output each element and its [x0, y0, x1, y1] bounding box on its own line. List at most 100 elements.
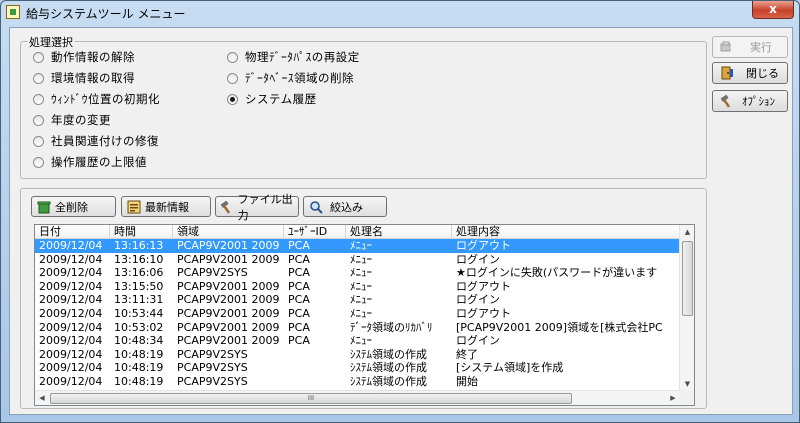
cell-process-detail: ログイン — [456, 252, 500, 266]
cell-process-name: ｼｽﾃﾑ領域の作成 — [350, 347, 427, 361]
close-label: 閉じる — [746, 67, 779, 80]
scroll-up-icon[interactable]: ▲ — [680, 225, 694, 239]
cell-process-detail: ログアウト — [456, 239, 511, 252]
table-row[interactable]: 2009/12/04 10:48:34 PCAP9V2001 2009 PCA ﾒﾆｭｰ… — [35, 334, 680, 348]
radio-label: 環境情報の取得 — [51, 71, 135, 85]
filter-button[interactable]: 絞込み — [303, 196, 387, 217]
vertical-scrollbar[interactable]: ▲ ▼ — [679, 225, 694, 391]
column-header-process-detail[interactable]: 処理内容 — [452, 225, 680, 239]
magnifier-icon — [308, 200, 324, 214]
close-window-button[interactable]: x — [752, 1, 794, 19]
trash-icon — [36, 200, 52, 214]
delete-all-button[interactable]: 全削除 — [31, 196, 116, 217]
cell-date: 2009/12/04 — [39, 320, 103, 334]
cell-process-detail: 終了 — [456, 347, 478, 361]
option-button[interactable]: ｵﾌﾟｼｮﾝ — [712, 90, 788, 112]
cell-user-id: PCA — [288, 306, 310, 320]
radio-unlock-operation[interactable]: 動作情報の解除 — [33, 49, 135, 65]
cell-time: 13:16:13 — [114, 239, 164, 252]
cell-date: 2009/12/04 — [39, 361, 103, 375]
delete-all-label: 全削除 — [55, 200, 88, 214]
hammer-icon — [719, 94, 735, 108]
cell-process-detail: ログアウト — [456, 306, 511, 320]
table-row[interactable]: 2009/12/04 10:48:19 PCAP9V2SYS ｼｽﾃﾑ領域の作成 終了 — [35, 348, 680, 362]
history-list[interactable]: 日付 時間 領域 ﾕｰｻﾞｰID 処理名 処理内容 2009/12/04 13:1… — [34, 224, 695, 406]
close-button[interactable]: 閉じる — [712, 62, 788, 84]
table-row[interactable]: 2009/12/04 10:53:44 PCAP9V2001 2009 PCA ﾒﾆｭｰ… — [35, 307, 680, 321]
cell-process-name: ﾒﾆｭｰ — [350, 279, 372, 293]
cell-user-id — [284, 348, 346, 362]
radio-get-environment[interactable]: 環境情報の取得 — [33, 70, 135, 86]
cell-time: 10:53:44 — [114, 306, 164, 320]
cell-user-id: PCA — [288, 334, 310, 348]
cell-date: 2009/12/04 — [39, 374, 103, 388]
group-legend: 処理選択 — [27, 34, 75, 50]
scroll-left-icon[interactable]: ◀ — [35, 391, 49, 405]
table-row[interactable]: 2009/12/04 10:48:19 PCAP9V2SYS ｼｽﾃﾑ領域の作成 開始 — [35, 375, 680, 389]
cell-area: PCAP9V2001 2009 — [177, 252, 280, 266]
radio-label: 年度の変更 — [51, 113, 111, 127]
cell-area: PCAP9V2001 2009 — [177, 279, 280, 293]
cell-date: 2009/12/04 — [39, 279, 103, 293]
cell-area: PCAP9V2SYS — [177, 374, 248, 388]
title-bar[interactable]: 給与システムツール メニュー x — [1, 1, 799, 23]
radio-label: ﾃﾞｰﾀﾍﾞｰｽ領域の削除 — [245, 71, 354, 85]
column-header-date[interactable]: 日付 — [35, 225, 110, 239]
cell-date: 2009/12/04 — [39, 266, 103, 280]
file-output-button[interactable]: ファイル出力 — [215, 193, 299, 222]
radio-reset-data-path[interactable]: 物理ﾃﾞｰﾀﾊﾟｽの再設定 — [227, 49, 360, 65]
hammer-icon — [220, 200, 235, 214]
cell-user-id: PCA — [288, 252, 310, 266]
radio-repair-employee-links[interactable]: 社員関連付けの修復 — [33, 133, 159, 149]
radio-label: 動作情報の解除 — [51, 50, 135, 64]
radio-label: 社員関連付けの修復 — [51, 134, 159, 148]
cell-date: 2009/12/04 — [39, 293, 103, 307]
option-label: ｵﾌﾟｼｮﾝ — [742, 95, 775, 108]
cell-time: 10:48:34 — [114, 334, 164, 348]
cell-area: PCAP9V2SYS — [177, 361, 248, 375]
cell-user-id: PCA — [288, 266, 310, 280]
cell-process-detail: ログイン — [456, 293, 500, 307]
process-select-group: 処理選択 動作情報の解除 環境情報の取得 ｳｨﾝﾄﾞｳ位置の初期化 年度の変更 … — [20, 34, 707, 179]
cell-process-name: ﾒﾆｭｰ — [350, 293, 372, 307]
cell-area: PCAP9V2001 2009 — [177, 334, 280, 348]
table-row[interactable]: 2009/12/04 13:16:10 PCAP9V2001 2009 PCA ﾒﾆｭｰ… — [35, 253, 680, 267]
radio-dot — [33, 114, 44, 126]
table-row[interactable]: 2009/12/04 13:11:31 PCAP9V2001 2009 PCA ﾒﾆｭｰ… — [35, 293, 680, 307]
radio-delete-db-area[interactable]: ﾃﾞｰﾀﾍﾞｰｽ領域の削除 — [227, 70, 354, 86]
radio-system-history[interactable]: システム履歴 — [227, 91, 317, 107]
scroll-down-icon[interactable]: ▼ — [680, 377, 694, 391]
cell-process-detail: 開始 — [456, 374, 478, 388]
table-row[interactable]: 2009/12/04 13:15:50 PCAP9V2001 2009 PCA ﾒﾆｭｰ… — [35, 280, 680, 294]
radio-label: ｳｨﾝﾄﾞｳ位置の初期化 — [51, 92, 160, 106]
table-row[interactable]: 2009/12/04 10:48:19 PCAP9V2SYS ｼｽﾃﾑ領域の作成 [シス… — [35, 361, 680, 375]
scroll-right-icon[interactable]: ▶ — [666, 391, 680, 405]
column-header-time[interactable]: 時間 — [110, 225, 173, 239]
run-button[interactable]: 実行 — [712, 36, 788, 58]
cell-time: 13:16:06 — [114, 266, 164, 280]
list-rows: 2009/12/04 13:16:13 PCAP9V2001 2009 PCA ﾒﾆｭｰ… — [35, 239, 680, 389]
table-row[interactable]: 2009/12/04 13:16:13 PCAP9V2001 2009 PCA ﾒﾆｭｰ… — [35, 239, 680, 253]
radio-dot — [33, 93, 44, 105]
history-panel: 全削除 最新情報 ファイル出力 絞込み 日付 時間 領域 ﾕｰｻﾞｰID 処理名… — [20, 188, 707, 409]
table-row[interactable]: 2009/12/04 13:16:06 PCAP9V2SYS PCA ﾒﾆｭｰ ★ログイン… — [35, 266, 680, 280]
radio-label: 操作履歴の上限値 — [51, 155, 147, 169]
column-header-area[interactable]: 領域 — [173, 225, 284, 239]
cell-user-id: PCA — [288, 239, 310, 252]
main-window: 給与システムツール メニュー x 処理選択 動作情報の解除 環境情報の取得 ｳｨ… — [0, 0, 800, 423]
radio-change-year[interactable]: 年度の変更 — [33, 112, 111, 128]
window-title: 給与システムツール メニュー — [26, 7, 186, 21]
refresh-button[interactable]: 最新情報 — [121, 196, 211, 217]
cell-process-name: ﾒﾆｭｰ — [350, 306, 372, 320]
table-row[interactable]: 2009/12/04 10:53:02 PCAP9V2001 2009 PCA ﾃﾞｰﾀ… — [35, 321, 680, 335]
scroll-thumb-vertical[interactable] — [682, 241, 693, 316]
scroll-thumb-horizontal[interactable]: III — [50, 393, 572, 404]
column-header-user-id[interactable]: ﾕｰｻﾞｰID — [284, 225, 346, 239]
radio-init-window-position[interactable]: ｳｨﾝﾄﾞｳ位置の初期化 — [33, 91, 160, 107]
radio-history-limit[interactable]: 操作履歴の上限値 — [33, 154, 147, 170]
column-header-process-name[interactable]: 処理名 — [346, 225, 452, 239]
cell-process-detail: [PCAP9V2001 2009]領域を[株式会社PC — [456, 320, 663, 334]
radio-dot — [33, 156, 44, 168]
cell-process-name: ﾒﾆｭｰ — [350, 239, 372, 252]
horizontal-scrollbar[interactable]: ◀ III ▶ — [35, 390, 680, 405]
